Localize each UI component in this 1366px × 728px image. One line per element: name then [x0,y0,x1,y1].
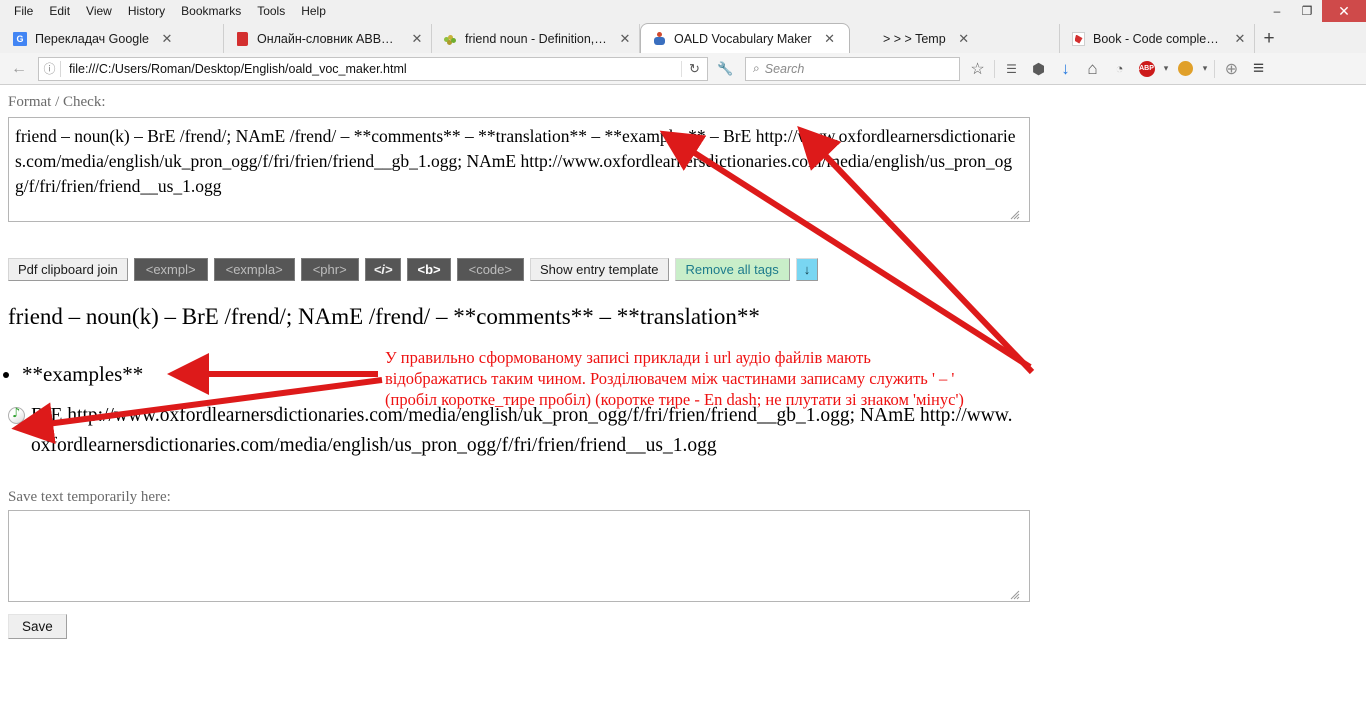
format-check-label: Format / Check: [8,94,106,110]
show-entry-template-button[interactable]: Show entry template [529,258,669,281]
maximize-restore-button[interactable]: ❐ [1292,0,1322,22]
page-content: Format / Check: friend – noun(k) – BrE /… [0,90,1366,728]
blank-icon [860,31,876,47]
tab-close-icon[interactable]: ✕ [617,31,633,47]
audio-play-note-icon[interactable] [8,406,25,424]
bookmark-star-icon[interactable]: ☆ [964,56,991,82]
tab-title: OALD Vocabulary Maker [674,31,812,46]
format-check-textarea[interactable]: friend – noun(k) – BrE /frend/; NAmE /fr… [8,117,1030,222]
menu-item-file[interactable]: File [6,2,41,20]
bold-tag-button[interactable]: <b> [407,258,451,281]
tab-title: Book - Code complete 2n... [1093,31,1222,46]
search-box[interactable]: ⌕ Search [745,56,960,81]
reading-list-icon[interactable]: ☰ [998,56,1025,82]
textarea-resize-grip[interactable] [1010,210,1022,222]
phr-tag-button[interactable]: <phr> [300,258,359,281]
navigation-toolbar: ← ⓘ file:///C:/Users/Roman/Desktop/Engli… [0,53,1366,85]
chat-bubble-icon[interactable]: ◔ [1106,56,1133,82]
tab-strip: G Перекладач Google ✕ Онлайн-словник ABB… [0,22,1366,53]
save-button[interactable]: Save [8,614,67,639]
menu-item-bookmarks[interactable]: Bookmarks [173,2,249,20]
tab-close-icon[interactable]: ✕ [822,31,838,47]
toolbar-separator-2 [1214,59,1215,78]
adblock-dropdown-icon[interactable]: ▾ [1160,56,1172,82]
pocket-shield-icon[interactable]: ⬢ [1025,56,1052,82]
menu-item-help[interactable]: Help [293,2,334,20]
tab-google-translate[interactable]: G Перекладач Google ✕ [2,24,224,53]
menu-item-edit[interactable]: Edit [41,2,78,20]
home-icon[interactable]: ⌂ [1079,56,1106,82]
globe-icon[interactable]: ⊕ [1218,56,1245,82]
save-textarea-resize-grip[interactable] [1010,590,1022,602]
address-bar-url: file:///C:/Users/Roman/Desktop/English/o… [69,61,407,76]
menu-item-history[interactable]: History [120,2,173,20]
tab-close-icon[interactable]: ✕ [159,31,175,47]
examples-list: **examples** [0,361,1366,387]
oald-person-icon [651,31,667,47]
exmpl-tag-button[interactable]: <exmpl> [133,258,208,281]
exmpla-tag-button[interactable]: <exmpla> [213,258,295,281]
save-text-label: Save text temporarily here: [8,489,171,505]
user-avatar-icon[interactable] [1172,56,1199,82]
close-window-button[interactable]: ✕ [1322,0,1366,22]
search-icon: ⌕ [753,61,760,75]
pdf-icon [1070,31,1086,47]
menu-item-view[interactable]: View [78,2,120,20]
grapes-icon [442,31,458,47]
tab-temp[interactable]: > > > Temp ✕ [850,24,1060,53]
avatar-dropdown-icon[interactable]: ▾ [1199,56,1211,82]
menu-bar: File Edit View History Bookmarks Tools H… [0,0,1366,22]
address-bar[interactable]: ⓘ file:///C:/Users/Roman/Desktop/English… [38,56,708,81]
tab-title: > > > Temp [883,31,946,46]
back-button[interactable]: ← [6,56,32,82]
toolbar-separator [994,59,995,78]
tab-book-code-complete[interactable]: Book - Code complete 2n... ✕ [1060,24,1255,53]
new-tab-button[interactable]: + [1255,25,1283,53]
window-controls: – ❐ ✕ [1262,0,1366,22]
list-item: **examples** [22,361,1366,387]
tab-close-icon[interactable]: ✕ [1232,31,1248,47]
reload-icon[interactable]: ↻ [681,60,707,77]
red-book-icon [234,31,250,47]
adblock-plus-icon[interactable]: ABP [1133,56,1160,82]
audio-urls-text: BrE http://www.oxfordlearnersdictionarie… [31,405,1013,456]
wrench-icon[interactable]: 🔧 [712,56,739,82]
tab-close-icon[interactable]: ✕ [409,31,425,47]
tab-title: friend noun - Definition, p... [465,31,607,46]
remove-all-tags-button[interactable]: Remove all tags [674,258,790,281]
toolbar-buttons: Pdf clipboard join <exmpl> <exmpla> <phr… [0,258,1366,281]
tab-abbyy-dictionary[interactable]: Онлайн-словник ABBYY ... ✕ [224,24,432,53]
menu-item-tools[interactable]: Tools [249,2,293,20]
audio-urls-line: BrE http://www.oxfordlearnersdictionarie… [8,401,1028,461]
google-translate-icon: G [12,31,28,47]
tab-oald-vocabulary-maker[interactable]: OALD Vocabulary Maker ✕ [640,23,850,53]
code-tag-button[interactable]: <code> [456,258,524,281]
site-identity-icon[interactable]: ⓘ [39,60,61,77]
hamburger-menu-icon[interactable]: ≡ [1245,56,1272,82]
entry-heading: friend – noun(k) – BrE /frend/; NAmE /fr… [8,304,760,329]
downloads-icon[interactable]: ↓ [1052,56,1079,82]
tab-title: Онлайн-словник ABBYY ... [257,31,399,46]
tab-title: Перекладач Google [35,31,149,46]
move-down-button[interactable]: ↓ [795,258,819,281]
minimize-button[interactable]: – [1262,0,1292,22]
search-input-placeholder: Search [764,61,805,76]
tab-friend-noun[interactable]: friend noun - Definition, p... ✕ [432,24,640,53]
italic-tag-button[interactable]: <i> [364,258,402,281]
pdf-clipboard-join-button[interactable]: Pdf clipboard join [8,258,128,281]
browser-window: File Edit View History Bookmarks Tools H… [0,0,1366,728]
save-text-textarea[interactable] [8,510,1030,602]
tab-close-icon[interactable]: ✕ [956,31,972,47]
